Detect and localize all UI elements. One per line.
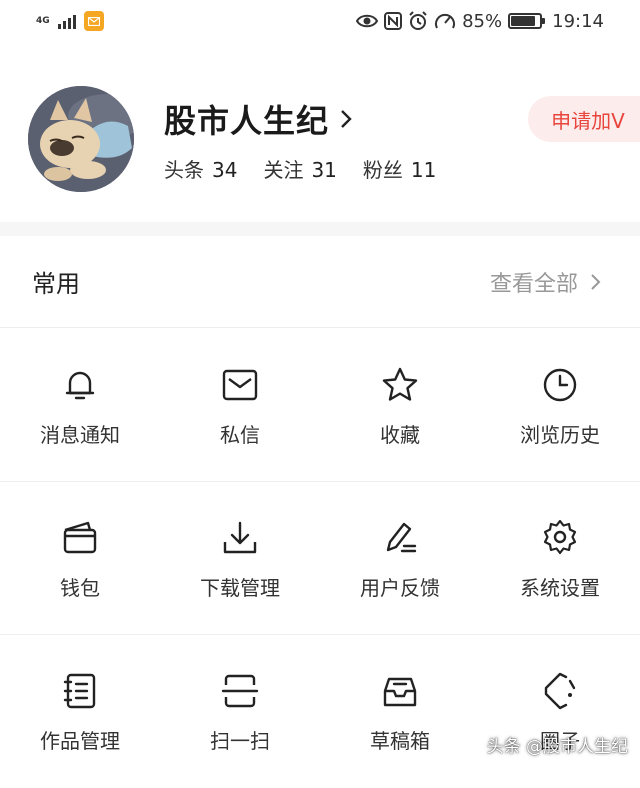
stat-following[interactable]: 关注 31 <box>263 154 336 183</box>
battery-percent: 85% <box>462 10 503 32</box>
stat-posts-value: 34 <box>212 158 238 182</box>
grid-item-label: 消息通知 <box>40 423 120 447</box>
grid-item-settings[interactable]: 系统设置 <box>480 482 640 634</box>
mail-icon <box>222 369 258 401</box>
grid-item-history[interactable]: 浏览历史 <box>480 329 640 481</box>
stat-posts-label: 头条 <box>164 158 204 182</box>
stat-posts[interactable]: 头条 34 <box>164 154 237 183</box>
network-indicator: 4G <box>36 15 50 26</box>
signal-icon <box>57 13 76 29</box>
draftbox-icon <box>383 677 417 707</box>
grid-item-feedback[interactable]: 用户反馈 <box>320 482 480 634</box>
watermark: 头条 @股市人生纪 <box>486 737 628 757</box>
notebook-icon <box>63 673 96 709</box>
grid-item-label: 下载管理 <box>200 576 280 600</box>
network-type: 4G <box>36 15 50 26</box>
section-title: 常用 <box>32 270 80 298</box>
notification-mail-icon <box>83 11 104 31</box>
stat-followers-value: 11 <box>410 158 437 182</box>
grid-item-scan[interactable]: 扫一扫 <box>160 635 320 788</box>
grid-item-notifications[interactable]: 消息通知 <box>0 329 160 481</box>
stat-followers-label: 粉丝 <box>362 158 403 182</box>
status-bar: 4G 85% 19:14 <box>0 0 640 42</box>
grid-item-label: 作品管理 <box>40 729 120 753</box>
profile-stats: 头条 34 关注 31 粉丝 11 <box>164 154 436 183</box>
grid-row: 作品管理 扫一扫 草稿箱 圈子 <box>0 635 640 788</box>
grid-row: 钱包 下载管理 用户反馈 系统设置 <box>0 482 640 635</box>
chevron-right-icon <box>341 110 352 128</box>
stat-followers[interactable]: 粉丝 11 <box>363 154 436 183</box>
wallet-icon <box>63 521 97 554</box>
grid-row: 消息通知 私信 收藏 浏览历史 <box>0 329 640 482</box>
clock-icon <box>543 368 577 402</box>
grid-item-label: 浏览历史 <box>520 423 600 447</box>
grid-item-label: 私信 <box>220 423 260 447</box>
download-icon <box>223 521 257 554</box>
battery-icon <box>508 13 546 29</box>
grid-item-label: 用户反馈 <box>360 576 440 600</box>
apply-verification-button[interactable]: 申请加V <box>528 96 640 142</box>
profile-name-row[interactable]: 股市人生纪 <box>164 96 353 142</box>
star-icon <box>382 367 418 401</box>
view-all-link[interactable]: 查看全部 <box>490 266 602 298</box>
grid-item-label: 收藏 <box>380 423 420 447</box>
clock-time: 19:14 <box>552 10 604 32</box>
section-divider <box>0 222 640 236</box>
status-right: 85% 19:14 <box>356 11 604 32</box>
grid-item-works[interactable]: 作品管理 <box>0 635 160 788</box>
grid-item-favorites[interactable]: 收藏 <box>320 329 480 481</box>
avatar[interactable] <box>28 86 134 192</box>
stat-following-label: 关注 <box>263 158 304 182</box>
grid-item-label: 草稿箱 <box>370 729 430 753</box>
gear-icon <box>543 519 577 555</box>
grid-item-wallet[interactable]: 钱包 <box>0 482 160 634</box>
stat-following-value: 31 <box>311 158 337 182</box>
avatar-dog-image <box>28 86 134 192</box>
grid-item-label: 系统设置 <box>520 576 600 600</box>
chevron-right-icon <box>591 273 601 290</box>
nfc-icon <box>384 12 403 30</box>
bell-icon <box>65 371 95 400</box>
profile-header: 股市人生纪 头条 34 关注 31 粉丝 11 申请加V <box>0 42 640 222</box>
scan-icon <box>221 674 259 708</box>
grid-item-downloads[interactable]: 下载管理 <box>160 482 320 634</box>
grid-item-drafts[interactable]: 草稿箱 <box>320 635 480 788</box>
alarm-icon <box>409 11 427 30</box>
grid-item-circle[interactable]: 圈子 <box>480 635 640 788</box>
eye-icon <box>356 14 379 28</box>
pen-icon <box>386 522 417 553</box>
grid-item-messages[interactable]: 私信 <box>160 329 320 481</box>
feature-grid: 消息通知 私信 收藏 浏览历史 钱包 下载管理 用户反馈 系统设置 作品管理 扫… <box>0 329 640 788</box>
speed-icon <box>435 13 456 29</box>
status-left: 4G <box>36 11 104 31</box>
profile-name: 股市人生纪 <box>164 102 330 140</box>
grid-item-label: 扫一扫 <box>210 729 270 753</box>
view-all-label: 查看全部 <box>489 271 578 297</box>
grid-item-label: 钱包 <box>60 576 100 600</box>
circle-icon <box>544 672 576 710</box>
common-section-header: 常用 查看全部 <box>0 236 640 328</box>
